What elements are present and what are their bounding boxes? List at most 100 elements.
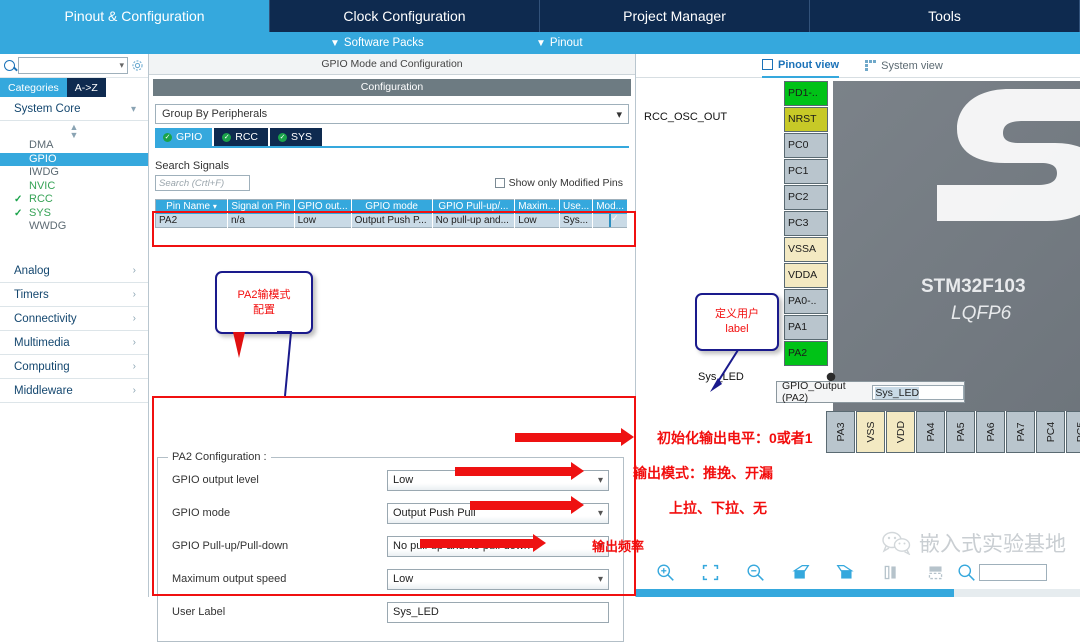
spacer xyxy=(0,244,148,259)
cell-modified[interactable] xyxy=(593,214,628,228)
pin-pd1[interactable]: PD1-.. xyxy=(784,81,828,106)
tooltip-signal-name: GPIO_Output (PA2) xyxy=(782,380,868,404)
bubble-line-1: 定义用户 xyxy=(715,307,759,322)
tab-rcc[interactable]: ✓ RCC xyxy=(214,128,268,146)
gear-icon[interactable] xyxy=(131,59,144,72)
peripheral-label: NVIC xyxy=(29,180,55,192)
pin-pa3[interactable]: PA3 xyxy=(826,411,855,453)
rotate-right-icon[interactable] xyxy=(836,563,855,582)
tab-pinout-configuration[interactable]: Pinout & Configuration xyxy=(0,0,270,32)
col-maximum-speed[interactable]: Maxim... xyxy=(515,200,560,214)
horizontal-scrollbar[interactable] xyxy=(636,589,1080,597)
annotation-arrow-gpio-mode xyxy=(455,467,573,476)
tooltip-label-input[interactable]: Sys_LED xyxy=(872,385,964,400)
pin-pc2[interactable]: PC2 xyxy=(784,185,828,210)
pin-vssa[interactable]: VSSA xyxy=(784,237,828,262)
zoom-out-icon[interactable] xyxy=(746,563,765,582)
cell-user-label: Sys... xyxy=(560,214,593,228)
col-gpio-pullup[interactable]: GPIO Pull-up/... xyxy=(432,200,515,214)
group-by-select[interactable]: Group By Peripherals ▾ xyxy=(155,104,629,124)
col-user-label[interactable]: Use... xyxy=(560,200,593,214)
sidebar-group-multimedia[interactable]: Multimedia › xyxy=(0,331,148,355)
show-modified-pins-label: Show only Modified Pins xyxy=(509,177,623,189)
pin-pc5[interactable]: PC5 xyxy=(1066,411,1080,453)
pinout-search-input[interactable] xyxy=(979,564,1047,581)
tab-clock-configuration[interactable]: Clock Configuration xyxy=(270,0,540,32)
chevron-right-icon: › xyxy=(133,265,136,276)
show-modified-pins-checkbox[interactable]: Show only Modified Pins xyxy=(495,177,623,189)
sidebar-item-iwdg[interactable]: IWDG xyxy=(0,166,148,180)
watermark-text: 嵌入式实验基地 xyxy=(919,528,1066,558)
sidebar-group-middleware[interactable]: Middleware › xyxy=(0,379,148,403)
pin-pa1[interactable]: PA1 xyxy=(784,315,828,340)
layers-icon[interactable] xyxy=(926,563,945,582)
pin-pa2[interactable]: PA2 xyxy=(784,341,828,366)
field-label: GPIO mode xyxy=(172,507,387,519)
sidebar-group-timers[interactable]: Timers › xyxy=(0,283,148,307)
tab-gpio[interactable]: ✓ GPIO xyxy=(155,128,212,146)
peripheral-tab-bar: ✓ GPIO ✓ RCC ✓ SYS xyxy=(155,128,629,148)
sidebar-item-nvic[interactable]: NVIC xyxy=(0,180,148,194)
chip-package: LQFP6 xyxy=(951,303,1011,325)
sidebar-category-tabs: Categories A->Z xyxy=(0,78,148,97)
sidebar-search-input[interactable]: ▾ xyxy=(18,57,128,74)
tab-pinout-view[interactable]: Pinout view xyxy=(762,54,839,78)
rotate-left-icon[interactable] xyxy=(791,563,810,582)
field-value: Sys_LED xyxy=(393,606,439,618)
col-pin-name[interactable]: Pin Name ▾ xyxy=(156,200,228,214)
annotation-note-pull: 上拉、下拉、无 xyxy=(669,498,767,518)
tab-project-manager[interactable]: Project Manager xyxy=(540,0,810,32)
tab-system-view[interactable]: System view xyxy=(865,54,943,78)
col-gpio-mode[interactable]: GPIO mode xyxy=(351,200,432,214)
pin-pc3[interactable]: PC3 xyxy=(784,211,828,236)
search-signals-input[interactable]: Search (Crtl+F) xyxy=(155,175,250,191)
zoom-in-icon[interactable] xyxy=(656,563,675,582)
pin-pa7[interactable]: PA7 xyxy=(1006,411,1035,453)
pinout-menu[interactable]: ▼ Pinout xyxy=(536,37,583,49)
sidebar-tab-a-to-z[interactable]: A->Z xyxy=(67,78,106,97)
field-maximum-output-speed: Maximum output speed Low ▾ xyxy=(158,568,623,590)
sidebar-group-computing[interactable]: Computing › xyxy=(0,355,148,379)
pin-pc1[interactable]: PC1 xyxy=(784,159,828,184)
sidebar-item-wwdg[interactable]: WWDG xyxy=(0,220,148,234)
sidebar-group-connectivity[interactable]: Connectivity › xyxy=(0,307,148,331)
col-signal-on-pin[interactable]: Signal on Pin xyxy=(227,200,294,214)
maximum-output-speed-select[interactable]: Low ▾ xyxy=(387,569,609,590)
mirror-icon[interactable] xyxy=(881,563,900,582)
col-modified[interactable]: Mod... xyxy=(593,200,628,214)
fit-to-screen-icon[interactable] xyxy=(701,563,720,582)
tab-sys[interactable]: ✓ SYS xyxy=(270,128,322,146)
software-packs-menu[interactable]: ▼ Software Packs xyxy=(330,37,424,49)
sidebar-group-system-core[interactable]: System Core ▾ xyxy=(0,97,148,121)
pin-label: PC4 xyxy=(1045,422,1057,442)
pin-pa6[interactable]: PA6 xyxy=(976,411,1005,453)
search-icon[interactable] xyxy=(957,563,976,582)
pin-signal-label-rcc-osc-out: RCC_OSC_OUT xyxy=(644,111,727,123)
scroll-spinner-icon[interactable]: ▲▼ xyxy=(0,123,148,139)
grid-icon xyxy=(865,60,876,71)
pin-vdd[interactable]: VDD xyxy=(886,411,915,453)
sidebar-tab-categories[interactable]: Categories xyxy=(0,78,67,97)
pin-nrst[interactable]: NRST xyxy=(784,107,828,132)
pin-vdda[interactable]: VDDA xyxy=(784,263,828,288)
pin-pc4[interactable]: PC4 xyxy=(1036,411,1065,453)
chevron-right-icon: › xyxy=(133,289,136,300)
col-gpio-output[interactable]: GPIO out... xyxy=(294,200,351,214)
pin-pa5[interactable]: PA5 xyxy=(946,411,975,453)
pin-pa0[interactable]: PA0-.. xyxy=(784,289,828,314)
pin-pa4[interactable]: PA4 xyxy=(916,411,945,453)
sidebar-item-dma[interactable]: DMA xyxy=(0,139,148,153)
user-label-input[interactable]: Sys_LED xyxy=(387,602,609,623)
table-row[interactable]: PA2 n/a Low Output Push P... No pull-up … xyxy=(156,214,628,228)
pin-vss[interactable]: VSS xyxy=(856,411,885,453)
configuration-area: Group By Peripherals ▾ ✓ GPIO ✓ RCC ✓ SY… xyxy=(149,96,635,228)
tab-tools[interactable]: Tools xyxy=(810,0,1080,32)
sidebar-item-gpio[interactable]: GPIO xyxy=(0,153,148,167)
search-icon xyxy=(4,60,15,71)
sidebar-group-analog[interactable]: Analog › xyxy=(0,259,148,283)
sidebar-search-row: ▾ xyxy=(0,54,148,78)
pin-pc0[interactable]: PC0 xyxy=(784,133,828,158)
sidebar-item-rcc[interactable]: ✓ RCC xyxy=(0,193,148,207)
sidebar-group-label: Multimedia xyxy=(14,337,70,349)
sidebar-item-sys[interactable]: ✓ SYS xyxy=(0,207,148,221)
